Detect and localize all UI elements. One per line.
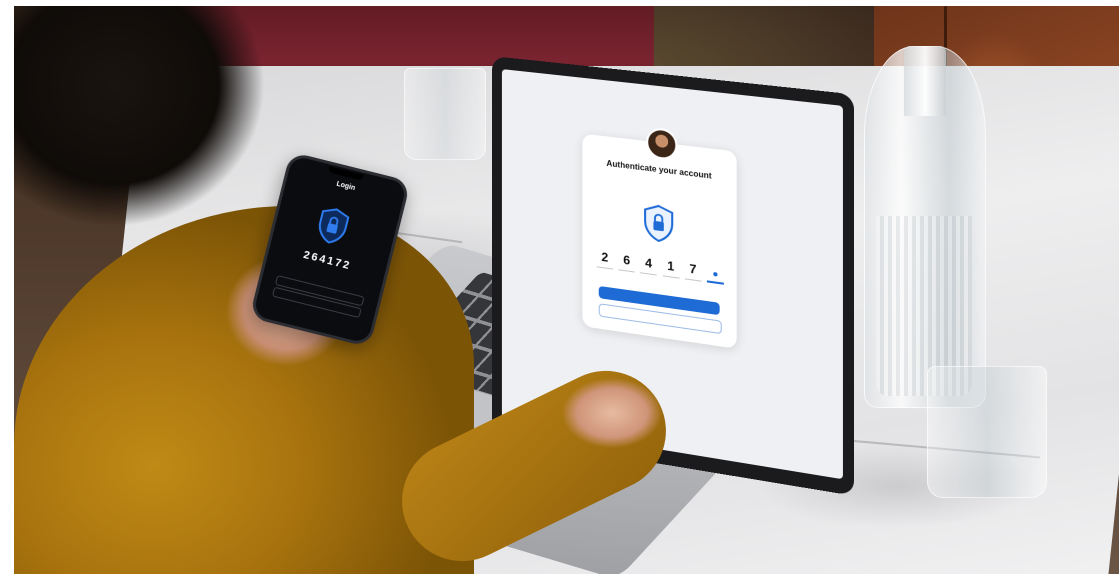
cursor-dot-icon — [713, 271, 718, 277]
code-digit[interactable]: 7 — [684, 260, 702, 282]
photo-scene: Authenticate your account 2 6 4 1 7 Logi… — [14, 6, 1119, 574]
code-digit-active[interactable] — [706, 263, 724, 285]
auth-card: Authenticate your account 2 6 4 1 7 — [582, 126, 737, 349]
avatar — [646, 126, 678, 162]
shield-lock-icon — [642, 202, 675, 245]
phone-notch — [327, 166, 365, 181]
code-input-row[interactable]: 2 6 4 1 7 — [596, 249, 724, 285]
code-digit[interactable]: 4 — [640, 254, 657, 276]
code-digit[interactable]: 1 — [662, 257, 680, 279]
code-digit[interactable]: 6 — [618, 251, 635, 273]
typing-hand — [562, 378, 662, 448]
person-hair — [14, 6, 264, 236]
auth-title: Authenticate your account — [606, 158, 712, 181]
shield-lock-icon — [318, 208, 350, 244]
code-digit[interactable]: 2 — [596, 249, 614, 270]
water-glass-front — [927, 366, 1047, 498]
bottle-neck — [904, 46, 946, 116]
water-glass-back — [404, 68, 486, 160]
phone-auth-code: 264172 — [302, 248, 353, 273]
